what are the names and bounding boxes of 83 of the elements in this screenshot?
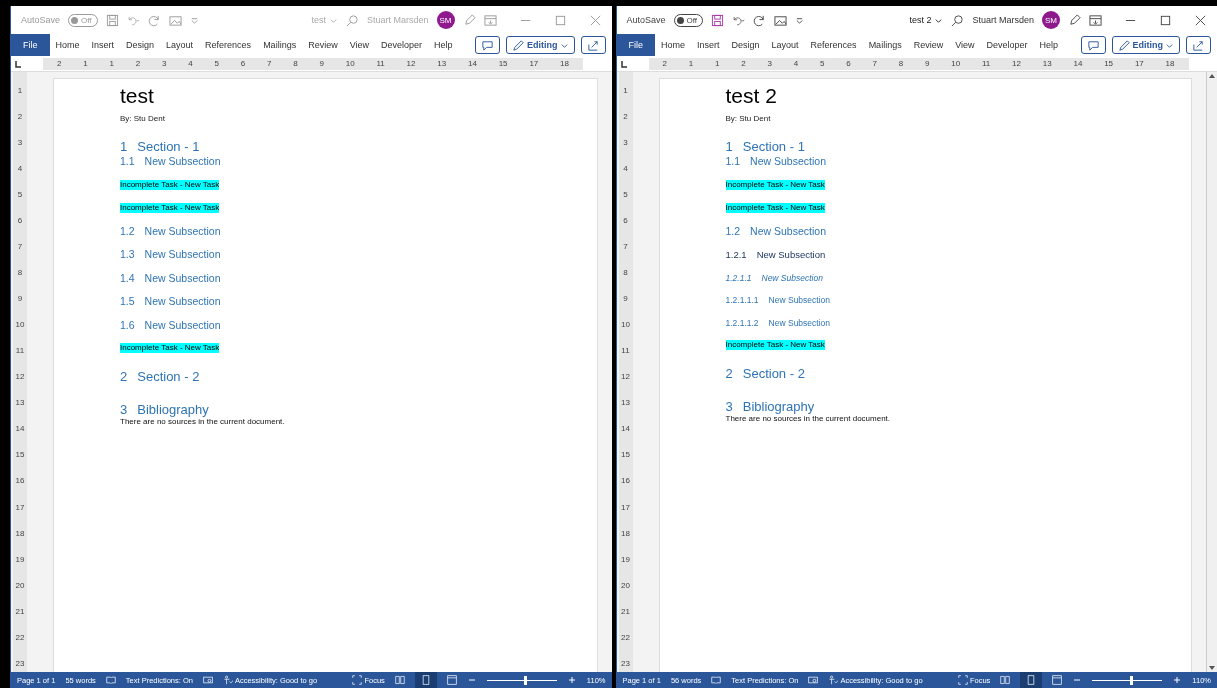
autosave-toggle[interactable]: Off (673, 13, 704, 27)
autosave-label: AutoSave (21, 15, 61, 25)
subsection-heading: 1.2 New Subsection (725, 225, 826, 236)
subsection-heading: 1.2.1.1.2 New Subsection (725, 318, 830, 327)
task-highlight: Incomplete Task - New Task (725, 340, 825, 350)
byline-text: By: Stu Dent (120, 115, 165, 123)
section-heading: 2 Section - 2 (725, 367, 805, 380)
share-icon (1192, 38, 1205, 52)
horizontal-ruler[interactable]: 2 1 1 2 3 4 5 6 7 8 9 10 11 12 13 14 15 17 18 (648, 57, 1189, 70)
subsection-heading: 1.1 New Subsection (725, 156, 826, 167)
subsection-heading: 1.6 New Subsection (120, 319, 221, 330)
ribbon-tab[interactable]: References (804, 40, 863, 50)
document-title: test 2 (725, 85, 777, 106)
print-layout-button[interactable] (1020, 672, 1043, 688)
accessibility-icon (828, 675, 839, 685)
user-name: Stuart Marsden (366, 15, 429, 25)
share-icon (586, 38, 600, 52)
user-name: Stuart Marsden (972, 15, 1034, 25)
task-highlight: Incomplete Task - New Task (725, 179, 825, 190)
ribbon-tab[interactable]: Help (1033, 40, 1065, 50)
editing-button[interactable]: Editing (1111, 36, 1180, 54)
byline-text: By: Stu Dent (725, 115, 771, 123)
pencil-icon (1117, 38, 1131, 52)
web-layout-icon[interactable] (1052, 675, 1063, 685)
maximize-icon[interactable] (1159, 13, 1172, 27)
section-heading: 1 Section - 1 (120, 140, 200, 153)
keyboard-icon[interactable] (808, 675, 819, 685)
task-highlight: Incomplete Task - New Task (120, 179, 220, 190)
focus-icon (352, 675, 363, 685)
subsection-heading: 1.2.1.1.1 New Subsection (725, 296, 830, 305)
ribbon-tab[interactable]: Insert (691, 40, 726, 50)
subsection-heading: 1.5 New Subsection (120, 296, 221, 307)
vertical-scrollbar[interactable] (1206, 72, 1217, 672)
section-heading: 3 Bibliography (725, 400, 815, 413)
ribbon-tab[interactable]: View (949, 40, 981, 50)
search-icon[interactable] (951, 13, 965, 27)
page-icon (1026, 675, 1037, 685)
task-highlight: Incomplete Task - New Task (725, 202, 825, 213)
ribbon-tab[interactable]: Review (907, 40, 950, 50)
subsection-heading: 1.2 New Subsection (120, 225, 221, 236)
subsection-heading: 1.2.1.1 New Subsection (725, 273, 823, 282)
tab-stop-icon[interactable] (618, 58, 629, 69)
picture-icon[interactable] (774, 13, 788, 27)
section-heading: 3 Bibliography (120, 403, 209, 416)
ribbon-tab[interactable]: Home (655, 40, 692, 50)
subsection-heading: 1.2.1 New Subsection (725, 250, 826, 260)
ribbon-tab[interactable]: Mailings (862, 40, 908, 50)
ribbon-display-icon[interactable] (1089, 13, 1102, 27)
section-heading: 2 Section - 2 (120, 370, 200, 383)
ribbon-tab[interactable]: Design (725, 40, 766, 50)
save-icon[interactable] (711, 13, 725, 27)
document-title: test (120, 85, 154, 106)
page-icon (420, 675, 431, 685)
document-title-button[interactable]: test 2 (909, 15, 944, 25)
redo-icon[interactable] (753, 13, 767, 27)
pencil-icon (512, 38, 525, 52)
comment-icon (481, 38, 494, 52)
accessibility-icon (222, 675, 233, 685)
body-text: There are no sources in the current document. (120, 418, 285, 426)
autosave-label: AutoSave (626, 15, 666, 25)
customize-caret-icon[interactable] (795, 15, 805, 25)
comments-button[interactable] (1080, 36, 1106, 54)
read-mode-icon[interactable] (1000, 675, 1011, 685)
close-icon[interactable] (1194, 13, 1207, 27)
file-tab[interactable]: File (616, 34, 655, 56)
pen-icon[interactable] (1068, 13, 1081, 27)
task-highlight: Incomplete Task - New Task (120, 202, 220, 213)
ribbon-tab[interactable]: Developer (980, 40, 1034, 50)
book-icon[interactable] (711, 675, 722, 685)
comment-icon (1086, 38, 1100, 52)
section-heading: 1 Section - 1 (725, 140, 805, 153)
vertical-ruler: 1 2 3 4 5 6 7 8 9 10 11 12 13 14 15 16 17 18 19 20 21 22 23 (13, 72, 27, 672)
vertical-ruler: 1 2 3 4 5 6 7 8 9 10 11 12 13 14 15 16 17 18 19 20 21 22 23 (618, 72, 633, 672)
body-text: There are no sources in the current document. (725, 415, 891, 423)
task-highlight: Incomplete Task - New Task (120, 343, 220, 353)
subsection-heading: 1.4 New Subsection (120, 272, 221, 283)
share-button[interactable] (1186, 36, 1211, 54)
focus-icon (957, 675, 968, 685)
ribbon-tab[interactable]: Layout (765, 40, 805, 50)
subsection-heading: 1.1 New Subsection (120, 156, 221, 167)
subsection-heading: 1.3 New Subsection (120, 249, 221, 260)
user-avatar[interactable]: SM (1042, 11, 1060, 29)
zoom-in-icon[interactable] (1172, 675, 1183, 685)
